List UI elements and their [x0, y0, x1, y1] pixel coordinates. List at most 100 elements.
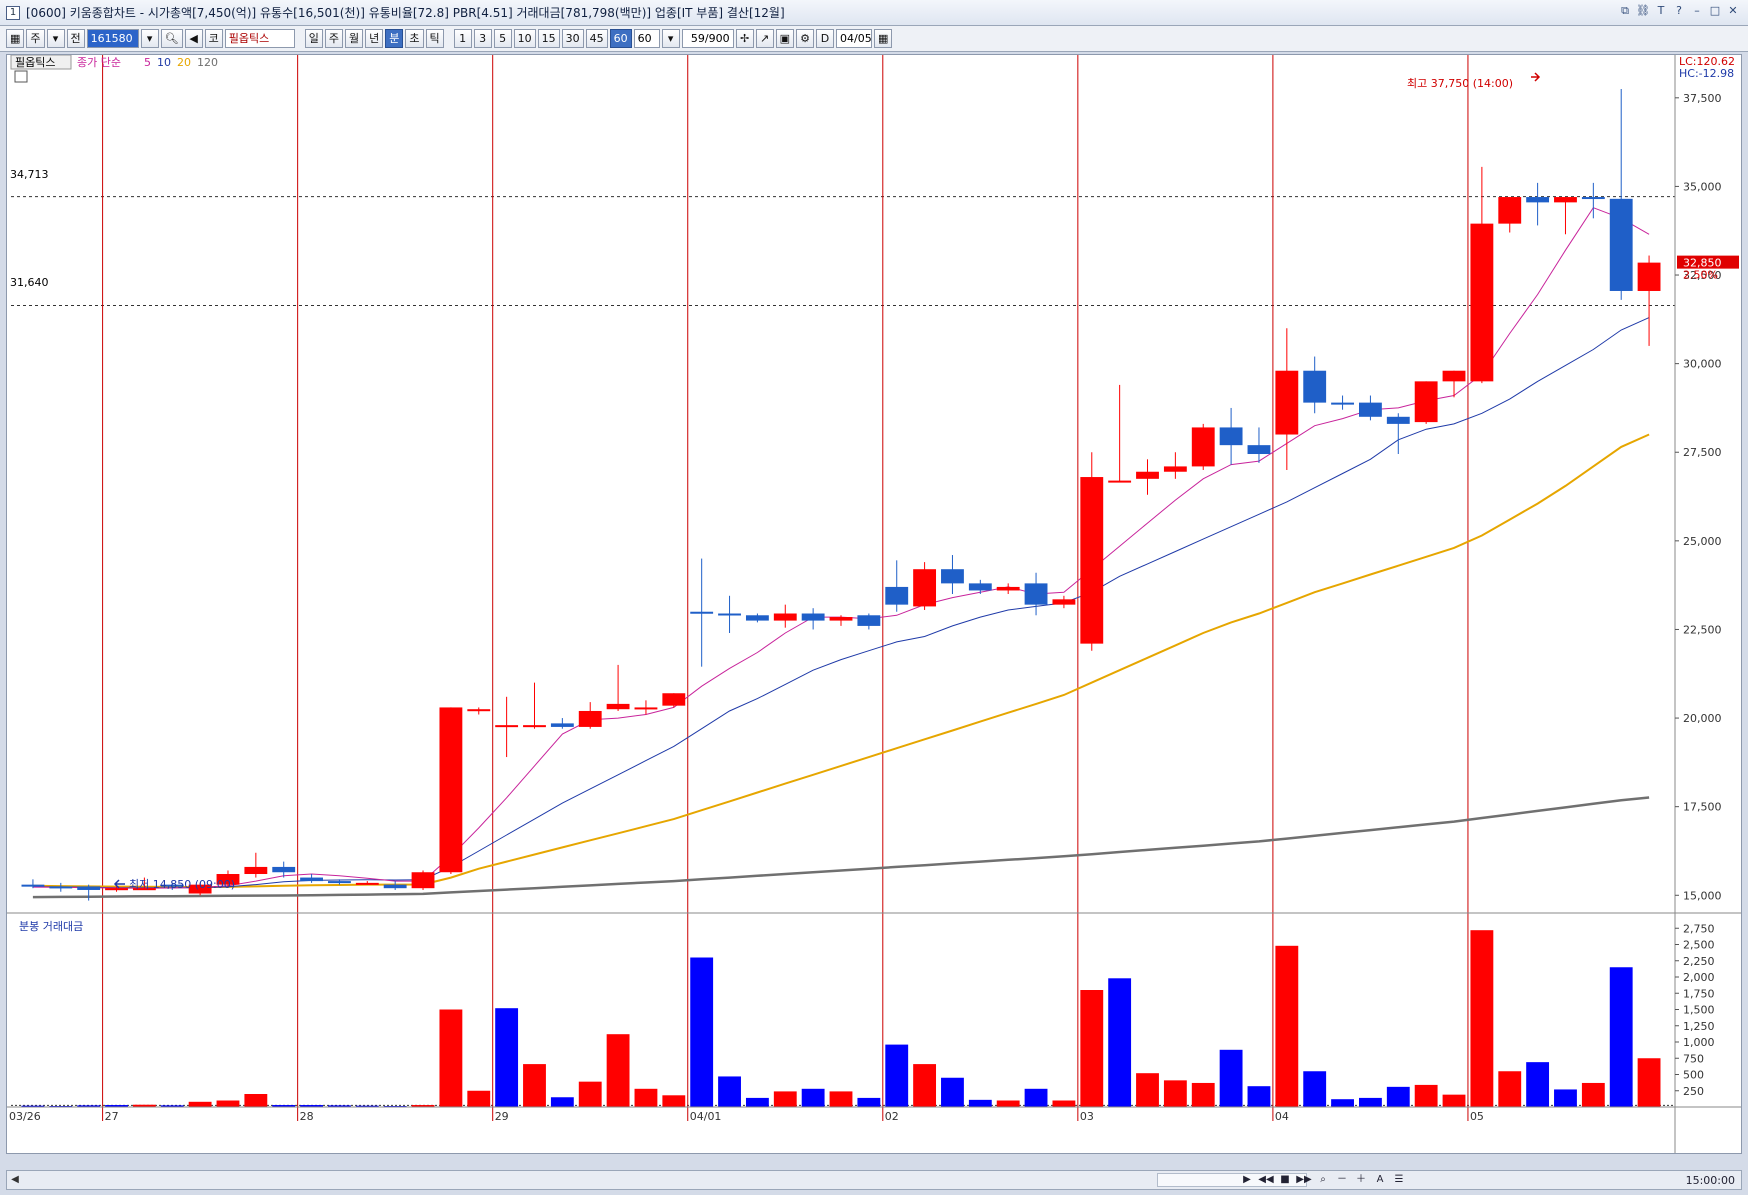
play-icon[interactable]: ▶	[1239, 1172, 1255, 1188]
speaker-icon[interactable]: ◀	[184, 29, 203, 48]
interval-select[interactable]: 60	[633, 29, 660, 48]
candle[interactable]	[523, 682, 546, 729]
volume-bar[interactable]	[216, 1100, 240, 1108]
volume-bar[interactable]	[718, 1076, 741, 1107]
settings-icon[interactable]: ⚙	[796, 29, 815, 48]
period-second[interactable]: 초	[405, 29, 424, 48]
volume-bar[interactable]	[1219, 1049, 1243, 1107]
text-icon[interactable]: T	[1654, 4, 1668, 18]
volume-bar[interactable]	[606, 1034, 630, 1107]
interval-30[interactable]: 30	[561, 29, 584, 48]
candlestick-chart[interactable]: 15,000 17,500 20,000 22,500 25,000 27,500 30,0…	[7, 54, 1741, 1153]
volume-bar[interactable]	[801, 1088, 825, 1107]
candle[interactable]	[1052, 595, 1076, 609]
interval-10[interactable]: 10	[513, 29, 536, 48]
volume-bar[interactable]	[1526, 1062, 1550, 1107]
volume-bar[interactable]	[857, 1097, 881, 1107]
stop-icon[interactable]: ■	[1277, 1172, 1293, 1188]
volume-bar[interactable]	[1247, 1086, 1271, 1107]
zoom-out-icon[interactable]: －	[1334, 1172, 1350, 1188]
period-year[interactable]: 년	[365, 29, 384, 48]
forward-icon[interactable]: ▶▶	[1296, 1172, 1312, 1188]
zoom-in-icon[interactable]: ＋	[1353, 1172, 1369, 1188]
candle[interactable]	[49, 882, 73, 892]
candle[interactable]	[77, 884, 101, 901]
volume-bar[interactable]	[662, 1095, 686, 1107]
volume-bar[interactable]	[550, 1097, 574, 1107]
volume-bar[interactable]	[1108, 978, 1132, 1107]
save-icon[interactable]: ▣	[775, 29, 795, 48]
zoom-icon[interactable]: ⌕	[1315, 1172, 1331, 1188]
volume-bar[interactable]	[578, 1081, 602, 1107]
candle[interactable]	[1414, 381, 1438, 424]
candle[interactable]	[718, 595, 741, 633]
stock-code-input[interactable]: 161580	[86, 29, 139, 48]
calendar-icon[interactable]: ▦	[874, 29, 893, 48]
interval-60[interactable]: 60	[609, 29, 632, 48]
candle[interactable]	[467, 707, 491, 715]
volume-bar[interactable]	[1136, 1073, 1159, 1107]
volume-bar[interactable]	[467, 1090, 491, 1107]
volume-bar[interactable]	[1163, 1080, 1187, 1107]
table-toggle-icon[interactable]	[14, 70, 28, 83]
window-number[interactable]: 1	[6, 5, 20, 20]
help-icon[interactable]: ?	[1672, 4, 1686, 18]
candle[interactable]	[606, 664, 630, 711]
candle[interactable]	[968, 579, 992, 595]
candle[interactable]	[1470, 166, 1494, 384]
volume-bar[interactable]	[773, 1091, 797, 1107]
interval-3[interactable]: 3	[473, 29, 492, 48]
volume-bar[interactable]	[1414, 1084, 1438, 1107]
volume-bar[interactable]	[913, 1064, 937, 1107]
candle[interactable]	[1080, 452, 1104, 651]
volume-bar[interactable]	[1024, 1088, 1048, 1107]
candle[interactable]	[773, 604, 797, 628]
candle[interactable]	[745, 613, 769, 623]
volume-bar[interactable]	[1080, 990, 1104, 1107]
week-button[interactable]: 주	[26, 29, 45, 48]
candle[interactable]	[300, 874, 324, 883]
volume-bar[interactable]	[941, 1077, 964, 1107]
period-week[interactable]: 주	[324, 29, 343, 48]
volume-bar[interactable]	[523, 1064, 546, 1107]
candle[interactable]	[578, 702, 602, 729]
volume-bar[interactable]	[1637, 1058, 1661, 1107]
interval-1[interactable]: 1	[453, 29, 472, 48]
interval-dropdown-icon[interactable]: ▾	[661, 29, 680, 48]
candle[interactable]	[550, 718, 574, 729]
candle[interactable]	[355, 881, 379, 885]
candle[interactable]	[996, 583, 1020, 595]
maximize-icon[interactable]: □	[1708, 4, 1722, 18]
volume-bar[interactable]	[996, 1100, 1020, 1108]
period-tick[interactable]: 틱	[425, 29, 444, 48]
font-icon[interactable]: A	[1372, 1172, 1388, 1188]
candle[interactable]	[1526, 182, 1550, 226]
volume-bar[interactable]	[1275, 945, 1299, 1107]
candle[interactable]	[1609, 88, 1633, 300]
chart-area[interactable]: 15,000 17,500 20,000 22,500 25,000 27,500 30,0…	[6, 54, 1742, 1154]
candle[interactable]	[1163, 452, 1187, 479]
volume-bar[interactable]	[439, 1009, 463, 1108]
candle[interactable]	[1024, 572, 1048, 616]
code-dropdown-icon[interactable]: ▾	[140, 29, 159, 48]
close-icon[interactable]: ✕	[1726, 4, 1740, 18]
minimize-icon[interactable]: –	[1690, 4, 1704, 18]
candle[interactable]	[1442, 370, 1466, 398]
link-icon[interactable]: ⛓	[1636, 4, 1650, 18]
candle[interactable]	[1358, 395, 1382, 421]
count-field[interactable]: 59/900	[681, 29, 734, 48]
candle[interactable]	[941, 555, 964, 595]
candle[interactable]	[1191, 423, 1215, 470]
candle[interactable]	[495, 696, 519, 758]
volume-bar[interactable]	[495, 1008, 519, 1107]
restore-icon[interactable]: ⧉	[1618, 4, 1632, 18]
checkbox-d[interactable]: D	[816, 29, 835, 48]
volume-bar[interactable]	[690, 957, 714, 1108]
layout-icon[interactable]: ▦	[6, 29, 25, 48]
volume-bar[interactable]	[1386, 1086, 1410, 1107]
candle[interactable]	[885, 560, 909, 612]
candle[interactable]	[662, 693, 686, 708]
volume-bar[interactable]	[1498, 1071, 1522, 1107]
volume-bar[interactable]	[745, 1097, 769, 1107]
volume-bar[interactable]	[244, 1094, 268, 1107]
